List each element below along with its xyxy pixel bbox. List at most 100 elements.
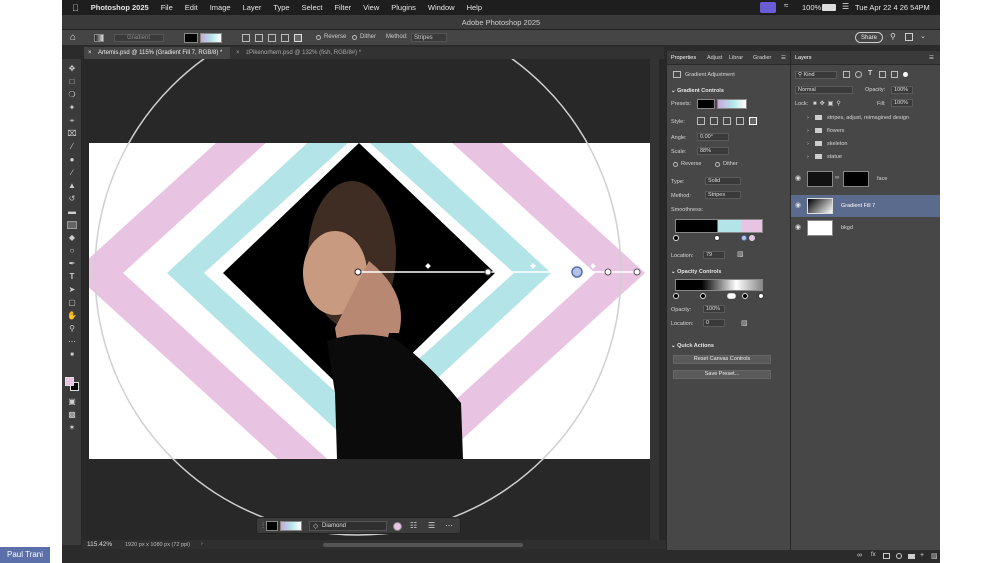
horizontal-scrollbar[interactable]: [323, 543, 523, 547]
menu-file[interactable]: File: [161, 3, 173, 12]
blend-mode-dropdown[interactable]: Normal: [795, 86, 853, 94]
delete-layer-icon[interactable]: ▨: [931, 552, 938, 560]
angle-input[interactable]: 0.00°: [697, 133, 729, 141]
pen-tool-icon[interactable]: ✒: [67, 260, 77, 268]
opacity-input[interactable]: 100%: [703, 305, 725, 313]
path-select-tool-icon[interactable]: ➤: [67, 286, 77, 294]
shape-tool-icon[interactable]: ▢: [67, 299, 77, 307]
angle-style-icon[interactable]: [268, 34, 276, 42]
gradient-picker[interactable]: [200, 33, 222, 43]
reset-canvas-controls-button[interactable]: Reset Canvas Controls: [673, 355, 771, 364]
location-input[interactable]: 79: [703, 251, 725, 259]
type-dropdown[interactable]: Solid: [705, 177, 741, 185]
marquee-tool-icon[interactable]: □: [67, 78, 77, 86]
lock-icons[interactable]: ■✥▣⚲: [813, 100, 844, 107]
close-icon[interactable]: ×: [88, 47, 92, 59]
more-tools-icon[interactable]: ⋯: [67, 338, 77, 346]
gradient-controls-heading[interactable]: ⌄ Gradient Controls: [671, 88, 724, 94]
linear-style-icon[interactable]: [242, 34, 250, 42]
panel-menu-icon[interactable]: ☰: [781, 51, 786, 65]
menu-select[interactable]: Select: [302, 3, 323, 12]
link-layers-icon[interactable]: ∞: [857, 552, 862, 559]
chevron-down-icon[interactable]: ⌄: [920, 32, 926, 40]
eraser-tool-icon[interactable]: ▬: [67, 208, 77, 216]
frame-tool-icon[interactable]: ⌧: [67, 130, 77, 138]
opacity-stop[interactable]: [742, 293, 748, 299]
opacity-stop[interactable]: [727, 293, 736, 299]
menu-view[interactable]: View: [363, 3, 379, 12]
panel-menu-icon[interactable]: ☰: [929, 51, 934, 65]
context-gradient-picker[interactable]: [280, 521, 302, 531]
tab-gradients[interactable]: Gradier: [753, 51, 771, 65]
context-type-dropdown[interactable]: ◇ Diamond: [309, 521, 387, 531]
vertical-scrollbar[interactable]: [650, 59, 659, 540]
color-stop[interactable]: [673, 235, 679, 241]
reflected-style-icon[interactable]: [281, 34, 289, 42]
color-stop-handle-selected[interactable]: [571, 266, 583, 278]
filter-adjust-icon[interactable]: [855, 71, 862, 78]
brush-tool-icon[interactable]: ∕: [67, 169, 77, 177]
tab-artemis[interactable]: × Artemis.psd @ 115% (Gradient Fill 7, R…: [84, 47, 230, 59]
gradient-start-handle[interactable]: [354, 268, 362, 276]
quick-mask-icon[interactable]: ▣: [67, 398, 77, 406]
fill-input[interactable]: 100%: [891, 99, 913, 107]
dither-checkbox[interactable]: [352, 35, 357, 40]
eye-icon[interactable]: ◉: [795, 174, 801, 182]
more-options-icon[interactable]: ⋯: [445, 521, 453, 530]
layer-mask-thumbnail[interactable]: [843, 171, 869, 187]
trash-icon[interactable]: ▨: [741, 319, 748, 327]
tab-properties[interactable]: Properties: [671, 51, 696, 65]
style-reflected-icon[interactable]: [736, 117, 744, 125]
chevron-right-icon[interactable]: ›: [807, 151, 809, 163]
filter-toggle[interactable]: [903, 72, 908, 77]
location2-input[interactable]: 0: [703, 319, 725, 327]
new-layer-icon[interactable]: +: [920, 552, 924, 559]
opacity-stop[interactable]: [700, 293, 706, 299]
gradient-tool-icon[interactable]: [94, 34, 104, 42]
gradient-swatch[interactable]: [184, 33, 198, 43]
midpoint-handle[interactable]: [530, 263, 536, 269]
tab-layers[interactable]: Layers: [795, 51, 812, 65]
color-stop[interactable]: [714, 235, 720, 241]
zoom-tool-icon[interactable]: ⚲: [67, 325, 77, 333]
opacity-input[interactable]: 100%: [891, 86, 913, 94]
quick-actions-heading[interactable]: ⌄ Quick Actions: [671, 343, 714, 349]
opacity-editor-bar[interactable]: [675, 279, 763, 291]
presets-gradient[interactable]: [717, 99, 747, 109]
eye-icon[interactable]: ◉: [795, 201, 801, 209]
menu-type[interactable]: Type: [273, 3, 289, 12]
save-preset-button[interactable]: Save Preset...: [673, 370, 771, 379]
zoom-level[interactable]: 115.42%: [87, 541, 112, 548]
color-stop-swatch[interactable]: [393, 522, 402, 531]
gradient-end-handle[interactable]: [633, 268, 641, 276]
method-dropdown[interactable]: Stripes: [705, 191, 741, 199]
dither-radio[interactable]: [715, 162, 720, 167]
color-stop[interactable]: [741, 235, 747, 241]
menu-plugins[interactable]: Plugins: [391, 3, 416, 12]
filter-type-icon[interactable]: T: [868, 70, 872, 77]
method-dropdown[interactable]: Stripes: [411, 33, 447, 42]
trash-icon[interactable]: ▨: [737, 250, 744, 258]
eye-icon[interactable]: ◉: [795, 223, 801, 231]
layer-group-flowers[interactable]: › flowers: [791, 125, 940, 137]
menu-layer[interactable]: Layer: [243, 3, 262, 12]
close-icon[interactable]: ×: [236, 47, 240, 59]
style-diamond-icon[interactable]: [749, 117, 757, 125]
lasso-tool-icon[interactable]: ❍: [67, 91, 77, 99]
search-icon[interactable]: ⚲: [890, 32, 896, 41]
reverse-checkbox[interactable]: [316, 35, 321, 40]
presets-swatch[interactable]: [697, 99, 715, 109]
style-linear-icon[interactable]: [697, 117, 705, 125]
blur-tool-icon[interactable]: ◆: [67, 234, 77, 242]
gradient-tool-icon[interactable]: [67, 221, 77, 229]
adjustment-layer-icon[interactable]: [896, 553, 902, 559]
layer-group-statue[interactable]: › statue: [791, 151, 940, 163]
generative-fill-icon[interactable]: ✶: [67, 424, 77, 432]
layer-bkgd[interactable]: ◉ bkgd: [791, 217, 940, 239]
properties-icon[interactable]: ☷: [410, 521, 417, 530]
context-gradient-swatch[interactable]: [266, 521, 278, 531]
zoom-app-icon[interactable]: [760, 2, 776, 13]
style-angle-icon[interactable]: [723, 117, 731, 125]
share-button[interactable]: Share: [855, 32, 883, 43]
tab-adjustments[interactable]: Adjust: [707, 51, 722, 65]
